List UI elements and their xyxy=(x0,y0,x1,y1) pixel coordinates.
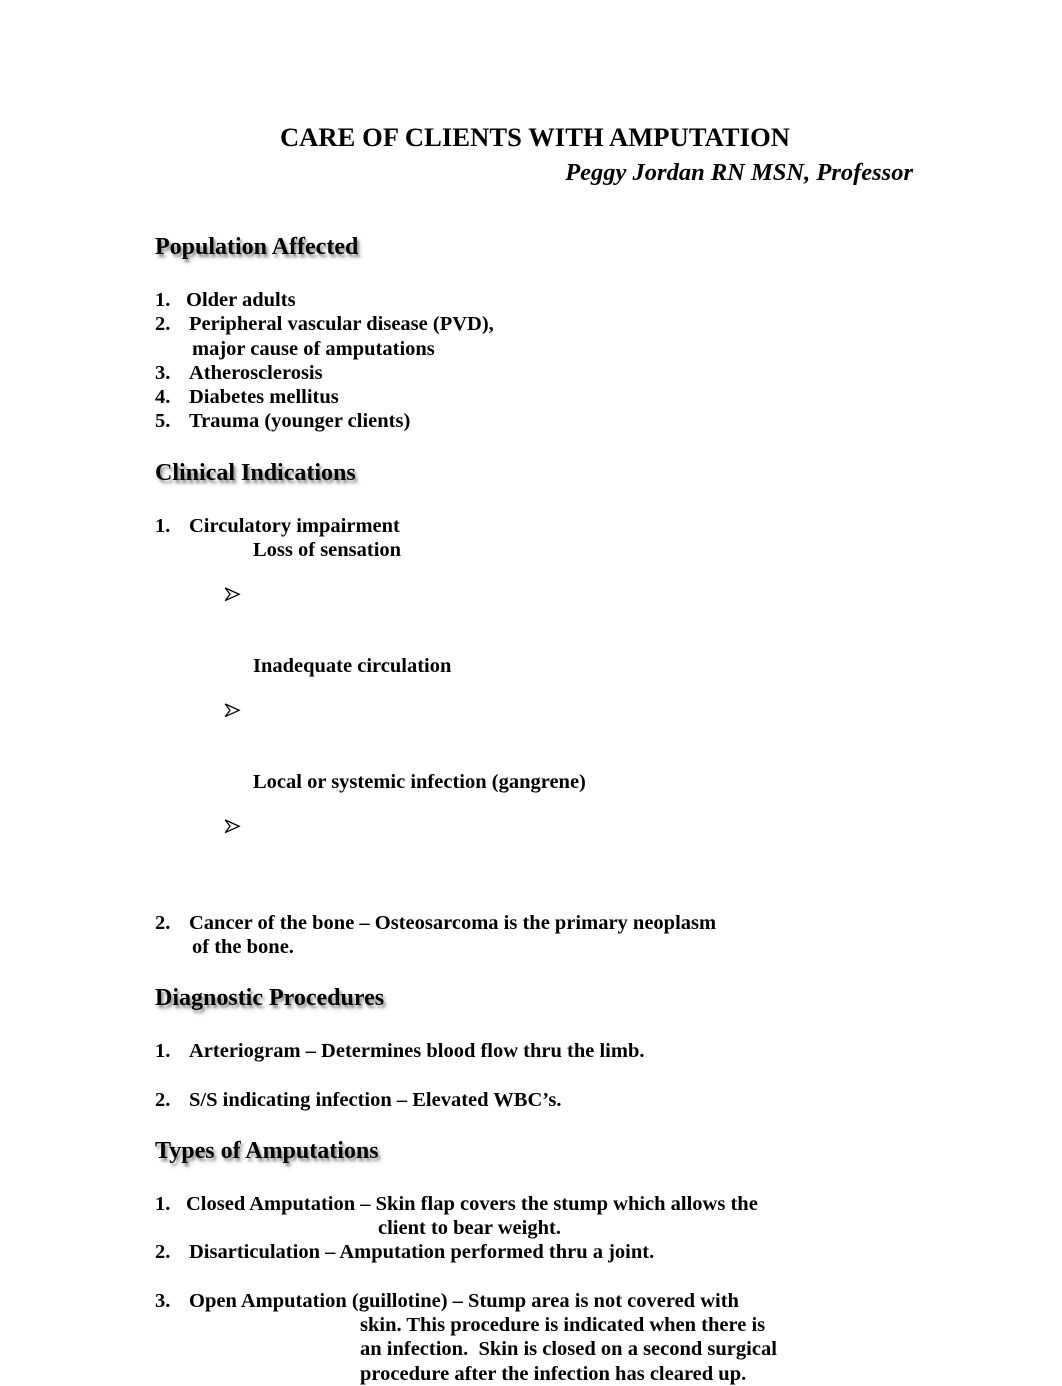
list-text: Circulatory impairment xyxy=(189,514,400,537)
list-text: Atherosclerosis xyxy=(189,361,323,384)
bullet-label: Inadequate circulation xyxy=(253,655,452,678)
section-heading-types-of-amputations: Types of Amputations xyxy=(155,1137,379,1164)
list-text: Disarticulation – Amputation performed t… xyxy=(189,1241,655,1264)
list-item-continuation: skin. This procedure is indicated when t… xyxy=(155,1313,1015,1337)
list-item: 3. Atherosclerosis xyxy=(155,361,1015,385)
list-item: 2. Peripheral vascular disease (PVD), xyxy=(155,312,1015,336)
list-text: of the bone. xyxy=(192,935,294,958)
section-heading-clinical-indications: Clinical Indications xyxy=(155,459,356,486)
section-heading-diagnostic-procedures: Diagnostic Procedures xyxy=(155,985,385,1012)
bullet-label: Local or systemic infection (gangrene) xyxy=(253,771,586,794)
list-item-continuation: major cause of amputations xyxy=(155,337,1015,361)
list-number: 2. xyxy=(155,313,171,336)
list-text: Cancer of the bone – Osteosarcoma is the… xyxy=(189,911,717,934)
section-heading-population-affected: Population Affected xyxy=(155,234,359,260)
author-byline: Peggy Jordan RN MSN, Professor xyxy=(565,159,913,186)
list-text: major cause of amputations xyxy=(192,337,435,360)
list-text: Trauma (younger clients) xyxy=(189,410,411,433)
list-item: 3. Open Amputation (guillotine) – Stump a… xyxy=(155,1289,1015,1313)
list-number: 1. xyxy=(155,289,171,311)
list-item: 2. Cancer of the bone – Osteosarcoma is t… xyxy=(155,911,1015,935)
list-text: Open Amputation (guillotine) – Stump are… xyxy=(189,1289,739,1312)
list-item-continuation: an infection. Skin is closed on a second… xyxy=(155,1337,1015,1361)
list-text: Arteriogram – Determines blood flow thru… xyxy=(189,1040,645,1063)
list-item-continuation: procedure after the infection has cleare… xyxy=(155,1362,1015,1386)
arrowhead-bullet-icon xyxy=(223,652,253,768)
list-text: Closed Amputation – Skin flap covers the… xyxy=(186,1192,758,1215)
list-item: 2. S/S indicating infection – Elevated WB… xyxy=(155,1088,1015,1112)
list-text: Peripheral vascular disease (PVD), xyxy=(189,313,494,336)
list-number: 3. xyxy=(155,361,171,384)
list-text: an infection. Skin is closed on a second… xyxy=(360,1338,777,1361)
list-item: 1. Older adults xyxy=(155,288,1015,312)
bullet-item: Local or systemic infection (gangrene) xyxy=(155,770,1015,886)
arrowhead-bullet-icon xyxy=(223,536,253,652)
list-number: 2. xyxy=(155,911,171,934)
page-title: CARE OF CLIENTS WITH AMPUTATION xyxy=(279,122,791,152)
list-item-continuation: client to bear weight. xyxy=(155,1216,1015,1240)
bullet-item: Inadequate circulation xyxy=(155,654,1015,770)
list-number: 5. xyxy=(155,410,171,433)
arrowhead-bullet-icon xyxy=(223,768,253,884)
title-block: CARE OF CLIENTS WITH AMPUTATION Peggy Jo… xyxy=(155,120,915,190)
list-text: S/S indicating infection – Elevated WBC’… xyxy=(189,1088,562,1111)
list-number: 2. xyxy=(155,1241,171,1264)
list-number: 1. xyxy=(155,1192,171,1215)
list-text: Diabetes mellitus xyxy=(189,386,339,409)
list-number: 4. xyxy=(155,386,171,409)
bullet-item: Loss of sensation xyxy=(155,538,1015,654)
list-number: 2. xyxy=(155,1088,171,1111)
list-number: 1. xyxy=(155,514,171,537)
document-body: Population Affected 1. Older adults 2. Per… xyxy=(155,232,1015,1386)
list-item: 2. Disarticulation – Amputation performed… xyxy=(155,1240,1015,1264)
list-number: 1. xyxy=(155,1040,171,1063)
list-number: 3. xyxy=(155,1289,171,1312)
list-item: 1. Circulatory impairment xyxy=(155,514,1015,538)
list-item: 5. Trauma (younger clients) xyxy=(155,409,1015,433)
list-item: 1. Closed Amputation – Skin flap covers t… xyxy=(155,1192,1015,1216)
list-item: 4. Diabetes mellitus xyxy=(155,385,1015,409)
list-text: Older adults xyxy=(186,289,296,311)
list-text: procedure after the infection has cleare… xyxy=(360,1362,747,1385)
list-item-continuation: of the bone. xyxy=(155,935,1015,959)
bullet-label: Loss of sensation xyxy=(253,539,402,562)
list-text: skin. This procedure is indicated when t… xyxy=(360,1314,766,1337)
list-item: 1. Arteriogram – Determines blood flow th… xyxy=(155,1039,1015,1063)
list-text: client to bear weight. xyxy=(378,1217,561,1240)
document-page: CARE OF CLIENTS WITH AMPUTATION Peggy Jo… xyxy=(0,0,1062,1385)
